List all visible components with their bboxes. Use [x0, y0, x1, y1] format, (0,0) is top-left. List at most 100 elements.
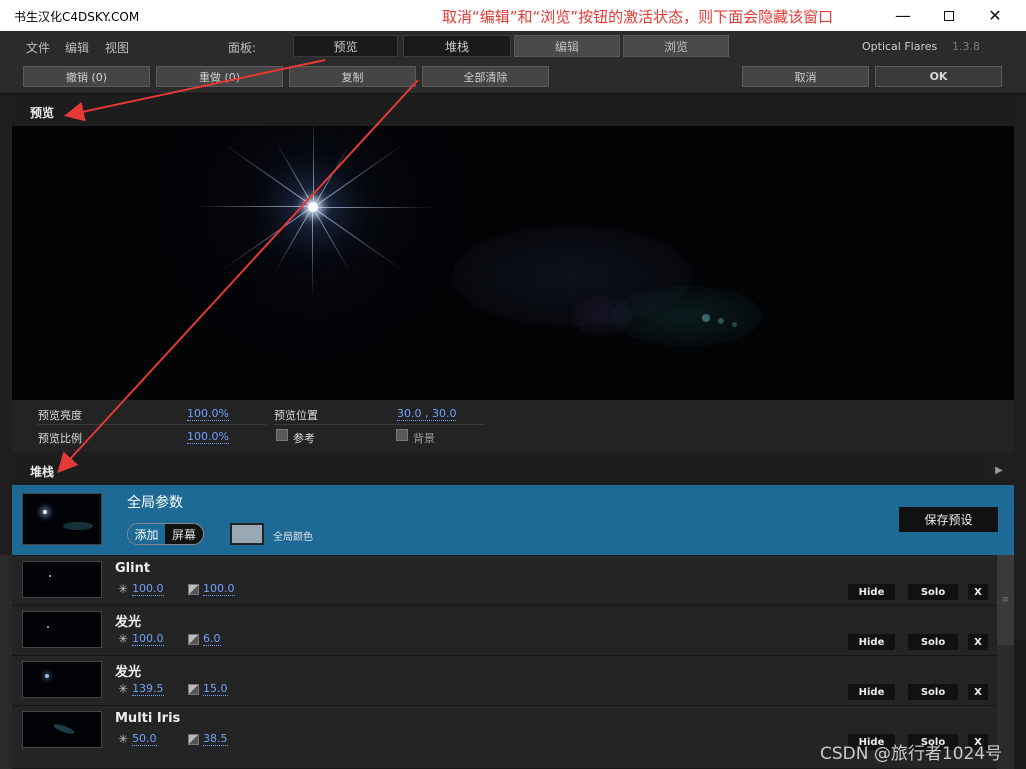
layer-thumbnail: [22, 611, 102, 648]
layer-brightness: ✳ 139.5: [118, 682, 164, 696]
remove-layer-button[interactable]: X: [968, 584, 988, 600]
blend-screen-option[interactable]: 屏幕: [165, 524, 203, 544]
preview-position-value[interactable]: 30.0 , 30.0: [397, 407, 457, 421]
minimize-button[interactable]: —: [880, 0, 926, 31]
divider: [38, 424, 266, 425]
ok-button[interactable]: OK: [875, 66, 1002, 87]
preview-title: 预览: [30, 106, 55, 120]
background-window-edge: [1014, 640, 1026, 769]
annotation-text: 取消“编辑”和“浏览”按钮的激活状态，则下面会隐藏该窗口: [442, 8, 834, 26]
preview-viewport[interactable]: [12, 126, 1014, 400]
scale-icon: [188, 583, 199, 595]
brightness-icon: ✳: [118, 732, 129, 746]
layer-thumbnail: [22, 561, 102, 598]
brightness-icon: ✳: [118, 682, 129, 696]
layer-brightness-value[interactable]: 50.0: [132, 732, 157, 746]
global-params-title: 全局参数: [127, 495, 183, 511]
close-button[interactable]: ✕: [972, 0, 1018, 31]
panel-stack-button[interactable]: 堆栈: [403, 35, 511, 57]
hide-button[interactable]: Hide: [848, 684, 895, 700]
menu-view[interactable]: 视图: [105, 39, 129, 56]
flare-ray: [312, 207, 313, 297]
preview-scale-value[interactable]: 100.0%: [187, 430, 229, 444]
layer-row[interactable]: 发光 ✳ 139.5 15.0 Hide Solo X: [12, 656, 997, 706]
background-window-edge: [0, 555, 12, 769]
layer-scale-value[interactable]: 38.5: [203, 732, 228, 746]
flare-ray: [313, 143, 404, 208]
scale-icon: [188, 633, 199, 645]
blend-add-option[interactable]: 添加: [128, 524, 166, 544]
app-name: Optical Flares: [862, 40, 938, 53]
divider: [274, 424, 484, 425]
solo-button[interactable]: Solo: [908, 634, 958, 650]
toolbar: 撤销 (0) 重做 (0) 复制 全部清除 取消 OK: [0, 61, 1026, 94]
panel-editor-button[interactable]: 编辑: [514, 35, 620, 57]
maximize-button[interactable]: [926, 0, 972, 31]
save-preset-button[interactable]: 保存预设: [899, 507, 998, 532]
layer-scale-value[interactable]: 100.0: [203, 582, 235, 596]
layer-brightness-value[interactable]: 100.0: [132, 582, 164, 596]
undo-button[interactable]: 撤销 (0): [23, 66, 150, 87]
solo-button[interactable]: Solo: [908, 684, 958, 700]
reference-checkbox[interactable]: [276, 429, 288, 441]
layer-scale: 38.5: [188, 732, 228, 746]
global-color-swatch[interactable]: [230, 523, 264, 545]
flare-ghost: [732, 322, 737, 327]
app-version: 1.3.8: [952, 40, 980, 53]
reference-label: 参考: [293, 432, 315, 445]
layer-brightness-value[interactable]: 139.5: [132, 682, 164, 696]
global-params-row[interactable]: 全局参数 添加 屏幕 全局颜色 保存预设: [12, 485, 1014, 555]
stack-title: 堆栈: [30, 465, 55, 479]
menu-edit[interactable]: 编辑: [65, 39, 89, 56]
layer-brightness: ✳ 100.0: [118, 632, 164, 646]
layer-row[interactable]: 发光 ✳ 100.0 6.0 Hide Solo X: [12, 606, 997, 656]
remove-layer-button[interactable]: X: [968, 684, 988, 700]
title-bar: 书生汉化C4DSKY.COM 取消“编辑”和“浏览”按钮的激活状态，则下面会隐藏…: [0, 0, 1026, 31]
panel-browser-button[interactable]: 浏览: [623, 35, 729, 57]
layer-scale: 15.0: [188, 682, 228, 696]
expand-arrow-icon[interactable]: ▶: [984, 456, 1014, 484]
cancel-button[interactable]: 取消: [742, 66, 869, 87]
panel-label: 面板:: [228, 41, 257, 55]
flare-ray: [313, 207, 433, 208]
preview-scale-label: 预览比例: [38, 432, 82, 445]
preview-brightness-value[interactable]: 100.0%: [187, 407, 229, 421]
flare-ray: [274, 206, 313, 272]
layer-scale-value[interactable]: 6.0: [203, 632, 221, 646]
flare-ray: [312, 207, 351, 273]
hide-button[interactable]: Hide: [848, 634, 895, 650]
background-checkbox[interactable]: [396, 429, 408, 441]
layer-name: Multi Iris: [115, 711, 181, 726]
layer-brightness-value[interactable]: 100.0: [132, 632, 164, 646]
redo-button[interactable]: 重做 (0): [156, 66, 283, 87]
menu-file[interactable]: 文件: [26, 39, 50, 56]
flare-ray: [222, 143, 314, 207]
maximize-icon: [944, 10, 954, 21]
layer-row[interactable]: Glint ✳ 100.0 100.0 Hide Solo X: [12, 556, 997, 606]
brightness-icon: ✳: [118, 582, 129, 596]
flare-ray: [313, 142, 352, 208]
preview-brightness-label: 预览亮度: [38, 409, 82, 422]
blend-mode-toggle[interactable]: 添加 屏幕: [127, 523, 204, 545]
scrollbar-thumb[interactable]: ≡: [997, 555, 1014, 645]
stack-header: 堆栈: [12, 456, 984, 484]
flare-ghost: [572, 296, 632, 336]
solo-button[interactable]: Solo: [908, 584, 958, 600]
layer-scale-value[interactable]: 15.0: [203, 682, 228, 696]
background-label: 背景: [413, 432, 435, 445]
layer-name: Glint: [115, 561, 151, 576]
layer-name: 发光: [115, 665, 142, 680]
flare-ray: [312, 207, 404, 271]
layer-name: 发光: [115, 615, 142, 630]
flare-ghost: [718, 318, 724, 324]
layer-thumbnail: [22, 661, 102, 698]
clear-all-button[interactable]: 全部清除: [422, 66, 549, 87]
hide-button[interactable]: Hide: [848, 584, 895, 600]
preview-controls: 预览亮度 100.0% 预览位置 30.0 , 30.0 预览比例 100.0%…: [12, 400, 1014, 452]
scale-icon: [188, 683, 199, 695]
panel-preview-button[interactable]: 预览: [293, 35, 398, 57]
flare-ray: [313, 126, 314, 207]
remove-layer-button[interactable]: X: [968, 634, 988, 650]
flare-source[interactable]: [308, 202, 318, 212]
copy-button[interactable]: 复制: [289, 66, 416, 87]
